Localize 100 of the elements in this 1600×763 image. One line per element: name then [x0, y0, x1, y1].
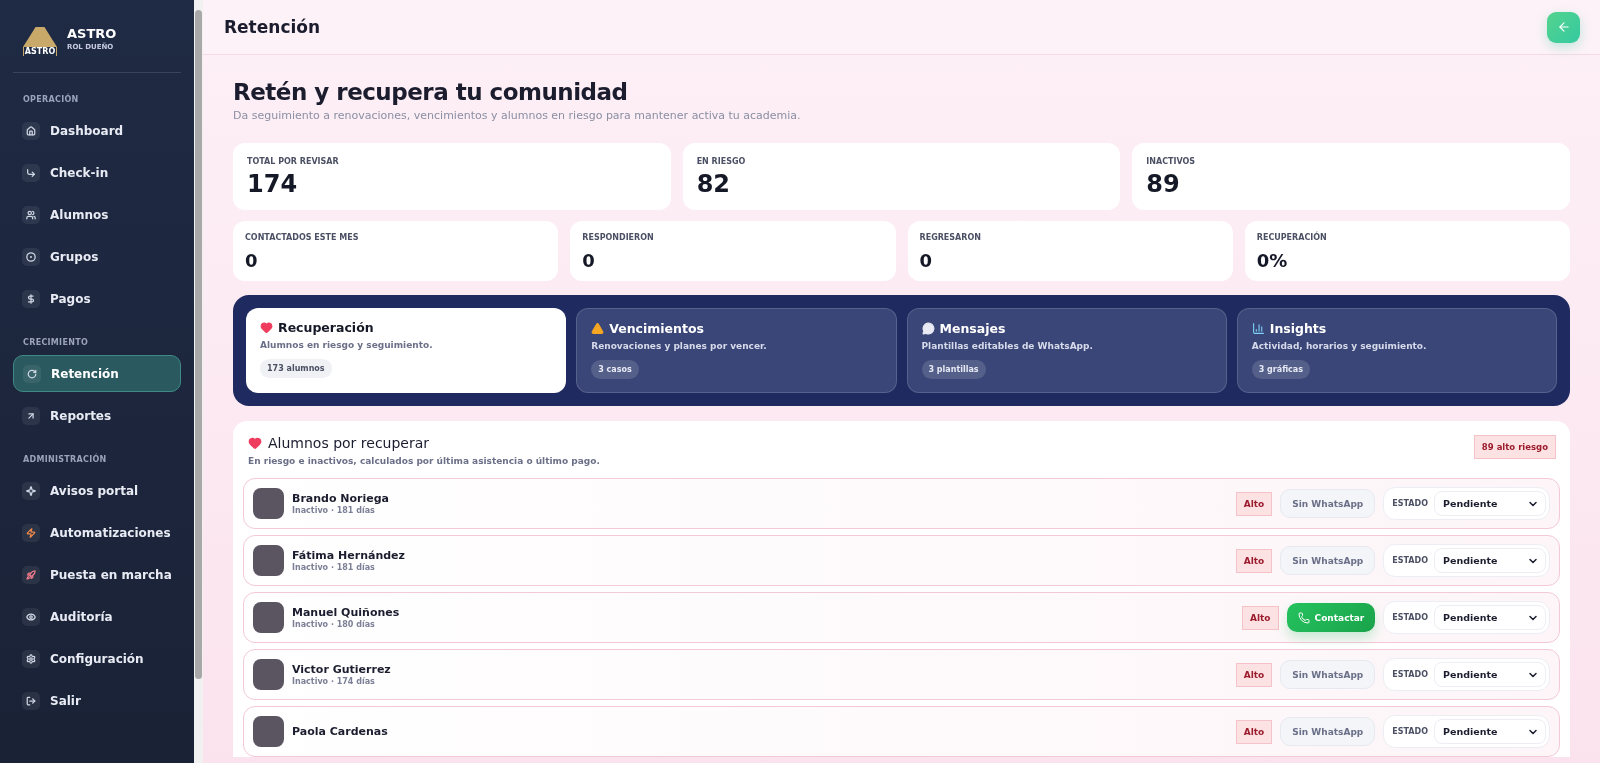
page-title: Retención [224, 17, 321, 37]
student-detail: Inactivo · 181 días [292, 506, 376, 515]
settings-icon [22, 649, 40, 668]
stat-value: 0 [919, 250, 934, 271]
stat-value: 0% [1256, 250, 1289, 271]
no-whatsapp-button[interactable]: Sin WhatsApp [1280, 660, 1376, 689]
risk-badge: Alto [1235, 662, 1273, 687]
sidebar-item[interactable]: Puesta en marcha [13, 556, 181, 593]
bolt-icon [22, 523, 40, 542]
status-label: ESTADO [1392, 556, 1428, 565]
tab[interactable]: Vencimientos Renovaciones y planes por vencer. 3 casos [576, 308, 897, 393]
count-badge: 3 casos [591, 360, 639, 379]
status-label: ESTADO [1392, 499, 1428, 508]
tab-title: Mensajes [939, 321, 1006, 336]
avatar-photo-placeholder [253, 716, 284, 747]
home-icon [22, 121, 40, 140]
tab-description: Renovaciones y planes por vencer. [591, 341, 767, 351]
back-button[interactable] [1547, 11, 1580, 43]
risk-badge: Alto [1235, 548, 1273, 573]
tab-title: Insights [1269, 321, 1327, 336]
count-badge: 3 gráficas [1251, 360, 1310, 379]
status-select[interactable]: Pendiente [1434, 605, 1546, 630]
tab[interactable]: Insights Actividad, horarios y seguimiento. 3 gráficas [1236, 308, 1557, 393]
tab-description: Alumnos en riesgo y seguimiento. [260, 340, 433, 350]
sidebar-item[interactable]: Configuración [13, 640, 181, 677]
tab-description: Plantillas editables de WhatsApp. [921, 341, 1093, 351]
status-select[interactable]: Pendiente [1434, 548, 1546, 573]
eye-icon [22, 607, 40, 626]
sidebar-item[interactable]: Retención [13, 355, 181, 392]
count-badge: 3 plantillas [921, 360, 986, 379]
logo-text: ASTRO [23, 47, 57, 56]
student-name: Manuel Quiñones [292, 606, 401, 619]
sidebar-item[interactable]: Auditoría [13, 598, 181, 635]
sidebar-item[interactable]: Alumnos [13, 196, 181, 233]
section-title: OPERACIÓN [22, 92, 80, 106]
speech-bubble-icon [921, 322, 935, 335]
hero-title: Retén y recupera tu comunidad [233, 79, 629, 105]
student-detail: Inactivo · 174 días [292, 677, 376, 686]
heart-icon [260, 321, 273, 334]
status-select[interactable]: Pendiente [1434, 491, 1546, 516]
bar-chart-icon [1251, 322, 1265, 335]
student-detail: Inactivo · 181 días [292, 563, 376, 572]
no-whatsapp-button[interactable]: Sin WhatsApp [1280, 546, 1376, 575]
sidebar-item[interactable]: Pagos [13, 280, 181, 317]
status-label: ESTADO [1392, 613, 1428, 622]
stat-label: CONTACTADOS ESTE MES [245, 233, 360, 242]
arrow-icon [22, 163, 40, 182]
hero-subtitle: Da seguimiento a renovaciones, vencimientos y alumnos en riesgo para mantener activa tu academia. [233, 109, 802, 122]
no-whatsapp-button[interactable]: Sin WhatsApp [1280, 489, 1376, 518]
stat-label: TOTAL POR REVISAR [247, 157, 340, 166]
phone-icon [1297, 611, 1310, 624]
tab[interactable]: Mensajes Plantillas editables de WhatsApp. 3 plantillas [906, 308, 1227, 393]
student-name: Paola Cardenas [292, 725, 389, 738]
student-detail: Inactivo · 180 días [292, 620, 376, 629]
sidebar-item[interactable]: Avisos portal [13, 472, 181, 509]
stat-label: REGRESARON [919, 233, 982, 242]
section-title: CRECIMIENTO [22, 337, 89, 349]
stat-value: 82 [696, 170, 732, 198]
student-name: Victor Gutierrez [292, 663, 392, 676]
logout-icon [22, 691, 40, 710]
stat-value: 174 [247, 170, 299, 198]
status-label: ESTADO [1392, 670, 1428, 679]
stat-value: 89 [1146, 170, 1181, 198]
arrow-icon [22, 406, 40, 425]
scrollbar[interactable] [194, 0, 203, 763]
stat-value: 0 [582, 250, 596, 271]
refresh-icon [23, 364, 41, 383]
avatar-photo-placeholder [253, 659, 284, 690]
risk-badge: Alto [1242, 605, 1279, 630]
count-badge: 173 alumnos [260, 359, 332, 378]
sidebar-item[interactable]: Grupos [13, 238, 181, 275]
list-title: Alumnos por recuperar [268, 435, 430, 451]
stat-label: RECUPERACIÓN [1256, 233, 1328, 242]
dollar-icon [22, 289, 40, 308]
avatar-photo-placeholder [253, 545, 284, 576]
sidebar-item[interactable]: Check-in [13, 154, 181, 191]
stat-label: RESPONDIERON [582, 233, 655, 242]
tab-title: Recuperación [278, 320, 374, 335]
sidebar-item[interactable]: Salir [13, 682, 181, 719]
sparkle-icon [22, 481, 40, 500]
risk-badge: Alto [1235, 719, 1273, 744]
brand-name: ASTRO [67, 25, 117, 41]
sidebar-item[interactable]: Dashboard [13, 112, 181, 149]
risk-badge: Alto [1235, 491, 1273, 516]
rocket-icon [22, 565, 40, 584]
status-select[interactable]: Pendiente [1434, 719, 1546, 744]
tab-title: Vencimientos [609, 321, 704, 336]
section-title: ADMINISTRACIÓN [22, 452, 108, 466]
risk-count-badge: 89 alto riesgo [1473, 435, 1556, 459]
heart-icon [248, 436, 262, 450]
avatar-photo-placeholder [253, 602, 284, 633]
status-label: ESTADO [1392, 727, 1428, 736]
tab[interactable]: Recuperación Alumnos en riesgo y seguimiento. 173 alumnos [246, 308, 567, 393]
sidebar-item[interactable]: Automatizaciones [13, 514, 181, 551]
stat-label: INACTIVOS [1146, 157, 1197, 166]
sidebar-item[interactable]: Reportes [13, 397, 181, 434]
list-subtitle: En riesgo e inactivos, calculados por última asistencia o último pago. [248, 456, 600, 466]
status-select[interactable]: Pendiente [1434, 662, 1546, 687]
no-whatsapp-button[interactable]: Sin WhatsApp [1280, 717, 1376, 746]
users-icon [22, 205, 40, 224]
